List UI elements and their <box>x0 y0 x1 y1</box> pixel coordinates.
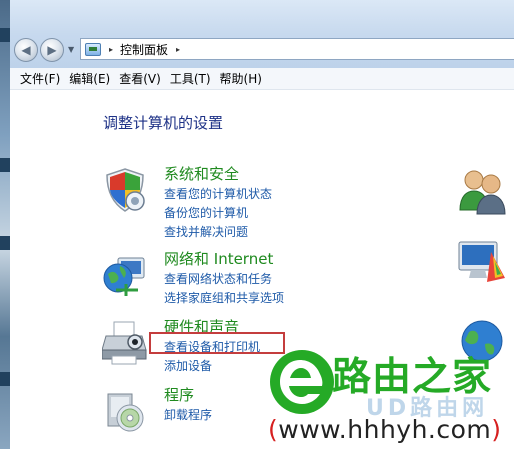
link-add-device[interactable]: 添加设备 <box>164 357 212 374</box>
arrow-right-icon: ▶ <box>47 43 57 57</box>
desktop-icon-fragment <box>0 372 10 386</box>
menu-file[interactable]: 文件(F) <box>20 70 60 87</box>
control-panel-window: ◀ ▶ ▼ ▸ 控制面板 ▸ 文件(F) 编辑(E) 查看(V) 工具(T) 帮… <box>10 0 514 449</box>
watermark-url: (www.hhhyh.com) <box>268 415 502 444</box>
desktop-icon-fragment <box>0 28 10 42</box>
link-uninstall-program[interactable]: 卸载程序 <box>164 406 212 423</box>
desktop-background <box>0 0 10 449</box>
menu-tools[interactable]: 工具(T) <box>170 70 211 87</box>
highlight-box <box>149 332 285 354</box>
category-title[interactable]: 系统和安全 <box>164 163 239 184</box>
link-check-computer-status[interactable]: 查看您的计算机状态 <box>164 185 272 202</box>
menu-help[interactable]: 帮助(H) <box>220 70 262 87</box>
url-text: www.hhhyh.com <box>278 415 492 444</box>
control-panel-content: 调整计算机的设置 系统和安全 查看您的计算机状态 备份您的计算机 查找并解决问题 <box>10 90 514 449</box>
desktop-icon-fragment <box>0 236 10 250</box>
user-accounts-icon[interactable] <box>457 166 507 216</box>
breadcrumb-separator[interactable]: ▸ <box>109 45 113 54</box>
link-troubleshoot[interactable]: 查找并解决问题 <box>164 223 248 240</box>
programs-disc-icon <box>107 393 144 432</box>
category-title[interactable]: 网络和 Internet <box>164 248 273 269</box>
link-homegroup-sharing[interactable]: 选择家庭组和共享选项 <box>164 289 284 306</box>
forward-button[interactable]: ▶ <box>40 38 64 62</box>
link-backup-computer[interactable]: 备份您的计算机 <box>164 204 248 221</box>
appearance-icon[interactable] <box>457 238 507 288</box>
recent-pages-dropdown[interactable]: ▼ <box>68 45 74 54</box>
breadcrumb-control-panel[interactable]: 控制面板 <box>120 41 168 58</box>
category-title[interactable]: 程序 <box>164 384 194 405</box>
control-panel-small-icon <box>85 42 101 56</box>
address-bar[interactable]: ▸ 控制面板 ▸ <box>80 38 514 60</box>
desktop-icon-fragment <box>0 158 10 172</box>
menu-edit[interactable]: 编辑(E) <box>69 70 110 87</box>
page-title: 调整计算机的设置 <box>103 114 224 132</box>
back-button[interactable]: ◀ <box>14 38 38 62</box>
url-paren-open: ( <box>268 415 279 444</box>
menu-bar: 文件(F) 编辑(E) 查看(V) 工具(T) 帮助(H) <box>10 68 514 90</box>
network-globe-icon <box>103 257 145 296</box>
router-home-logo-icon <box>270 350 334 414</box>
window-chrome: ◀ ▶ ▼ ▸ 控制面板 ▸ <box>10 0 514 68</box>
shield-icon <box>106 168 145 212</box>
url-paren-close: ) <box>491 415 502 444</box>
menu-view[interactable]: 查看(V) <box>119 70 161 87</box>
link-network-status[interactable]: 查看网络状态和任务 <box>164 270 272 287</box>
arrow-left-icon: ◀ <box>21 43 31 57</box>
printer-icon <box>102 321 147 365</box>
breadcrumb-separator[interactable]: ▸ <box>176 45 180 54</box>
